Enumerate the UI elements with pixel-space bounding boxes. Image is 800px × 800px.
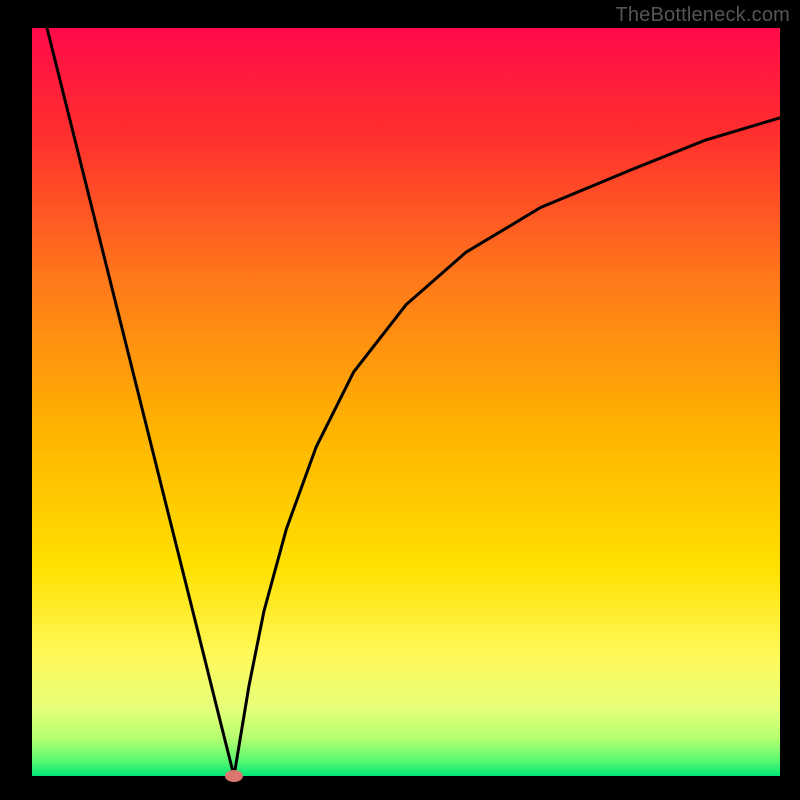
watermark-text: TheBottleneck.com	[615, 4, 790, 27]
optimum-marker	[225, 770, 243, 782]
bottleneck-chart	[0, 0, 800, 800]
chart-frame: TheBottleneck.com	[0, 0, 800, 800]
plot-area-gradient	[32, 28, 780, 776]
